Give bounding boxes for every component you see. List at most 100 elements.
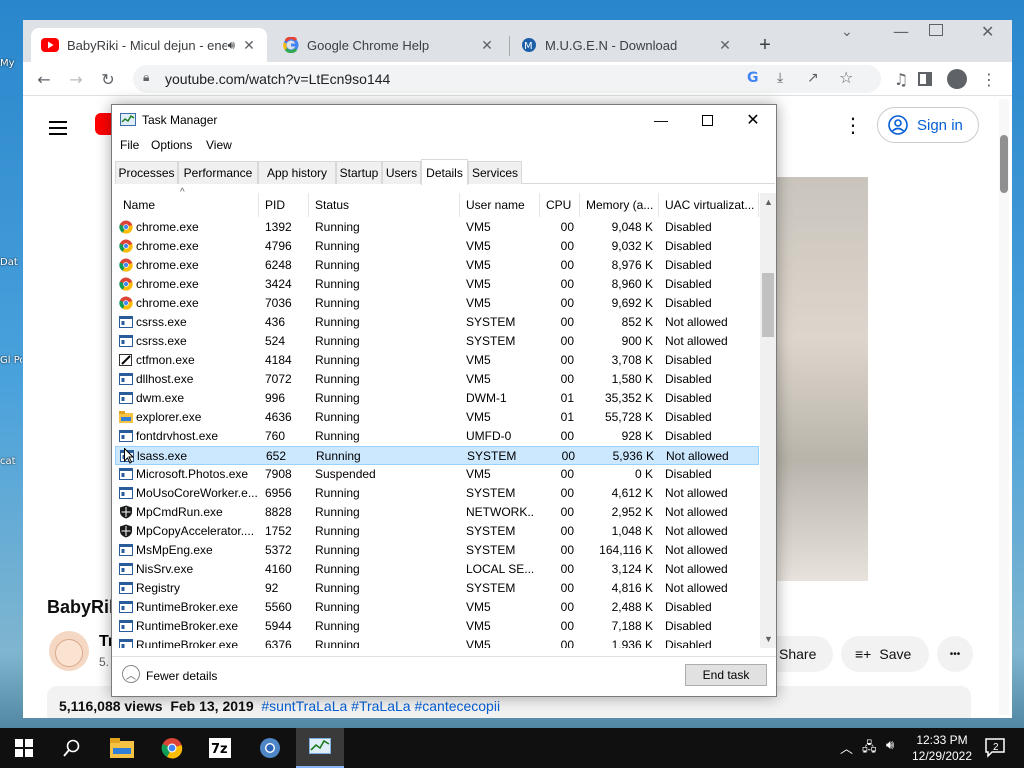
video-player[interactable] [763, 177, 868, 581]
table-row[interactable]: Registry 92 Running SYSTEM 00 4,816 K Not allo… [115, 579, 759, 598]
tab-services[interactable]: Services [468, 161, 522, 184]
network-icon[interactable]: 🖧︎ [862, 738, 877, 760]
desktop-icon-label[interactable]: My [0, 58, 22, 69]
table-row[interactable]: chrome.exe 4796 Running VM5 00 9,032 K Disable… [115, 237, 759, 256]
forward-icon[interactable]: → [64, 67, 88, 91]
table-row[interactable]: ctfmon.exe 4184 Running VM5 00 3,708 K Disable… [115, 351, 759, 370]
address-bar[interactable]: 🔒︎ youtube.com/watch?v=LtEcn9so144 G ⤓ ↗… [133, 65, 881, 93]
reload-icon[interactable]: ↻ [96, 67, 120, 91]
desktop-icon-label[interactable]: cat [0, 456, 22, 467]
table-row[interactable]: Microsoft.Photos.exe 7908 Suspended VM5 00 0 … [115, 465, 759, 484]
tab-performance[interactable]: Performance [178, 161, 258, 184]
table-row[interactable]: lsass.exe 652 Running SYSTEM 00 5,936 K Not al… [115, 446, 759, 465]
table-row[interactable]: explorer.exe 4636 Running VM5 01 55,728 K Disa… [115, 408, 759, 427]
table-row[interactable]: MpCmdRun.exe 8828 Running NETWORK... 00 2,952… [115, 503, 759, 522]
media-control-icon[interactable]: ♫ [889, 67, 913, 91]
table-row[interactable]: chrome.exe 1392 Running VM5 00 9,048 K Disable… [115, 218, 759, 237]
taskbar-chromium[interactable] [246, 728, 294, 768]
maximize-icon[interactable] [929, 24, 943, 36]
table-row[interactable]: fontdrvhost.exe 760 Running UMFD-0 00 928 K Di… [115, 427, 759, 446]
sign-in-button[interactable]: Sign in [877, 107, 979, 143]
hashtags[interactable]: #suntTraLaLa #TraLaLa #cantececopii [261, 698, 500, 714]
taskbar-7zip[interactable]: 7z [196, 728, 244, 768]
minimize-icon[interactable]: — [881, 22, 921, 52]
show-hidden-icons[interactable]: ︿ [840, 738, 853, 757]
table-row[interactable]: RuntimeBroker.exe 5944 Running VM5 00 7,188 K… [115, 617, 759, 636]
menu-file[interactable]: File [120, 138, 139, 152]
column-header[interactable]: Name [115, 193, 259, 217]
save-button[interactable]: ≡+ Save [841, 636, 929, 672]
profile-icon[interactable] [945, 67, 969, 91]
share-icon[interactable]: ↗ [807, 70, 819, 86]
column-header[interactable]: PID [259, 193, 309, 217]
tab-details[interactable]: Details [421, 159, 468, 185]
start-button[interactable] [0, 728, 48, 768]
bookmark-star-icon[interactable]: ☆ [839, 68, 853, 87]
column-header[interactable]: CPU [540, 193, 580, 217]
taskbar-file-explorer[interactable] [98, 728, 146, 768]
table-row[interactable]: dwm.exe 996 Running DWM-1 01 35,352 K Disabled [115, 389, 759, 408]
close-window-icon[interactable]: ✕ [981, 22, 994, 41]
volume-icon[interactable]: 🔊︎ [886, 738, 894, 753]
tab-babyriki[interactable]: BabyRiki - Micul dejun - ene 🔊︎ ✕ [31, 28, 267, 62]
fewer-details-link[interactable]: Fewer details [146, 669, 217, 683]
channel-avatar[interactable] [49, 631, 89, 671]
table-row[interactable]: NisSrv.exe 4160 Running LOCAL SE... 00 3,124 … [115, 560, 759, 579]
close-tab-icon[interactable]: ✕ [479, 37, 495, 54]
tab-chrome-help[interactable]: Google Chrome Help ✕ [273, 28, 505, 62]
settings-more-icon[interactable]: ⋮ [843, 113, 863, 137]
hamburger-menu-icon[interactable] [49, 117, 67, 139]
column-header[interactable]: Status [309, 193, 460, 217]
tab-processes[interactable]: Processes [115, 161, 178, 184]
table-row[interactable]: dllhost.exe 7072 Running VM5 00 1,580 K Disabl… [115, 370, 759, 389]
column-header[interactable]: Memory (a... [580, 193, 659, 217]
table-row[interactable]: MpCopyAccelerator.... 1752 Running SYSTEM 00… [115, 522, 759, 541]
collapse-chevron-icon[interactable]: ︿ [122, 665, 140, 683]
desktop-icon-label[interactable]: Gl Por [0, 355, 22, 366]
menu-options[interactable]: Options [151, 138, 192, 152]
close-tab-icon[interactable]: ✕ [241, 37, 257, 54]
table-row[interactable]: csrss.exe 524 Running SYSTEM 00 900 K Not allo… [115, 332, 759, 351]
tab-mugen[interactable]: M M.U.G.E.N - Download ✕ [511, 28, 743, 62]
title-bar[interactable]: Task Manager — ✕ [112, 105, 776, 135]
tab-users[interactable]: Users [382, 161, 421, 184]
table-row[interactable]: chrome.exe 7036 Running VM5 00 9,692 K Disable… [115, 294, 759, 313]
install-icon[interactable]: ⤓ [777, 70, 783, 86]
table-row[interactable]: RuntimeBroker.exe 6376 Running VM5 00 1,936 K… [115, 636, 759, 648]
notifications-button[interactable]: 2 [984, 736, 1006, 758]
vertical-scrollbar[interactable]: ▲ ▼ [760, 193, 776, 648]
lock-icon[interactable]: 🔒︎ [143, 70, 149, 85]
table-row[interactable]: RuntimeBroker.exe 5560 Running VM5 00 2,488 K… [115, 598, 759, 617]
back-icon[interactable]: ← [32, 67, 56, 91]
page-scrollbar[interactable] [999, 99, 1009, 715]
speaker-icon[interactable]: 🔊︎ [227, 38, 235, 53]
search-button[interactable] [48, 728, 96, 768]
table-row[interactable]: MsMpEng.exe 5372 Running SYSTEM 00 164,116 K N… [115, 541, 759, 560]
close-button[interactable]: ✕ [730, 105, 776, 135]
table-row[interactable]: chrome.exe 6248 Running VM5 00 8,976 K Disable… [115, 256, 759, 275]
column-header[interactable]: User name [460, 193, 540, 217]
table-row[interactable]: MoUsoCoreWorker.e... 6956 Running SYSTEM 00 4… [115, 484, 759, 503]
tab-search-icon[interactable]: ⌄ [841, 24, 853, 40]
more-actions-button[interactable]: ••• [937, 636, 973, 672]
scroll-down-icon[interactable]: ▼ [764, 634, 773, 644]
menu-view[interactable]: View [206, 138, 232, 152]
maximize-button[interactable] [684, 105, 730, 135]
scroll-up-icon[interactable]: ▲ [764, 197, 773, 207]
minimize-button[interactable]: — [638, 105, 684, 135]
new-tab-button[interactable]: + [751, 28, 779, 62]
close-tab-icon[interactable]: ✕ [717, 37, 733, 54]
taskbar-chrome[interactable] [148, 728, 196, 768]
tab-app-history[interactable]: App history [258, 161, 336, 184]
side-panel-icon[interactable] [913, 67, 937, 91]
chrome-menu-icon[interactable]: ⋮ [977, 67, 1001, 91]
taskbar-clock[interactable]: 12:33 PM 12/29/2022 [910, 732, 974, 764]
scroll-thumb[interactable] [762, 273, 774, 337]
google-lens-icon[interactable]: G [747, 70, 759, 86]
column-header[interactable]: UAC virtualizat... [659, 193, 759, 217]
end-task-button[interactable]: End task [685, 664, 767, 686]
table-row[interactable]: chrome.exe 3424 Running VM5 00 8,960 K Disable… [115, 275, 759, 294]
taskbar-task-manager[interactable] [296, 728, 344, 768]
table-row[interactable]: csrss.exe 436 Running SYSTEM 00 852 K Not allo… [115, 313, 759, 332]
desktop-icon-label[interactable]: Dat [0, 257, 22, 268]
